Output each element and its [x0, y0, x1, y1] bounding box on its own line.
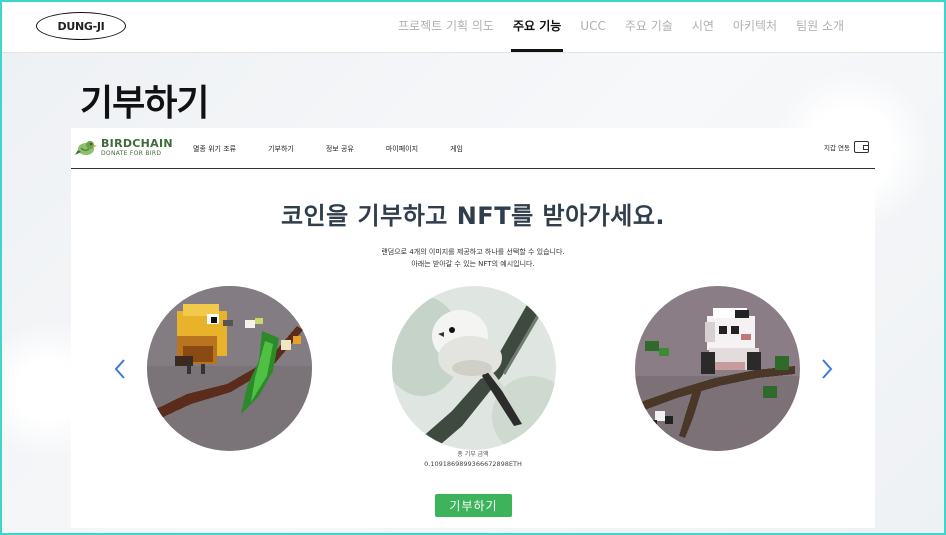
nav-item-7[interactable]: 팀원 소개 [796, 0, 844, 52]
chevron-right-icon [822, 359, 833, 379]
donate-button[interactable]: 기부하기 [435, 494, 512, 517]
app-header: BIRDCHAIN DONATE FOR BIRD 멸종 위기 조류 기부하기 정보… [71, 128, 875, 169]
nav-item-5[interactable]: 시연 [692, 0, 714, 52]
description-line-1: 랜덤으로 4개의 이미지를 제공하고 하나를 선택할 수 있습니다. [381, 248, 565, 256]
total-donation-label: 총 기부 금액 [457, 451, 489, 458]
bird-logo-icon [75, 141, 97, 155]
nft-image-2[interactable] [392, 286, 556, 450]
app-brand[interactable]: BIRDCHAIN DONATE FOR BIRD [75, 136, 173, 158]
app-screenshot: BIRDCHAIN DONATE FOR BIRD 멸종 위기 조류 기부하기 정보… [71, 128, 875, 528]
description-line-2: 아래는 받아갈 수 있는 NFT의 예시입니다. [411, 260, 535, 268]
nav-item-6[interactable]: 아키텍처 [733, 0, 777, 52]
app-nav-item-5[interactable]: 게임 [450, 128, 463, 168]
wallet-label: 지갑 연동 [824, 144, 850, 152]
nft-image-1[interactable] [147, 286, 312, 451]
site-logo[interactable]: DUNG-JI [36, 12, 126, 40]
carousel-next-arrow[interactable] [820, 358, 834, 380]
total-donation-value: 0.1091869899366672898ETH [424, 460, 522, 468]
wallet-connect[interactable]: 지갑 연동 [824, 141, 869, 153]
nav-item-4[interactable]: 주요 기술 [625, 0, 673, 52]
app-nav-item-4[interactable]: 마이페이지 [386, 128, 418, 168]
nav-item-3[interactable]: UCC [580, 0, 606, 52]
app-nav-item-1[interactable]: 멸종 위기 조류 [193, 128, 236, 168]
app-nav-item-2[interactable]: 기부하기 [268, 128, 294, 168]
site-header: DUNG-JI 프로젝트 기획 의도 주요 기능 UCC 주요 기술 시연 아키텍처 팀원 … [0, 0, 946, 53]
carousel-prev-arrow[interactable] [113, 358, 127, 380]
page-title: 기부하기 [80, 83, 209, 124]
app-nav: 멸종 위기 조류 기부하기 정보 공유 마이페이지 게임 [193, 128, 495, 168]
nft-image-3[interactable] [635, 286, 800, 451]
main-nav: 프로젝트 기획 의도 주요 기능 UCC 주요 기술 시연 아키텍처 팀원 소개 [398, 0, 863, 52]
chevron-left-icon [114, 359, 125, 379]
nav-item-1[interactable]: 프로젝트 기획 의도 [398, 0, 494, 52]
hero-title: 코인을 기부하고 NFT를 받아가세요. [280, 202, 666, 230]
brand-name: BIRDCHAIN [101, 136, 173, 150]
nav-item-2[interactable]: 주요 기능 [510, 0, 564, 52]
wallet-icon [854, 141, 869, 153]
brand-subtitle: DONATE FOR BIRD [101, 149, 162, 157]
app-nav-item-3[interactable]: 정보 공유 [326, 128, 354, 168]
